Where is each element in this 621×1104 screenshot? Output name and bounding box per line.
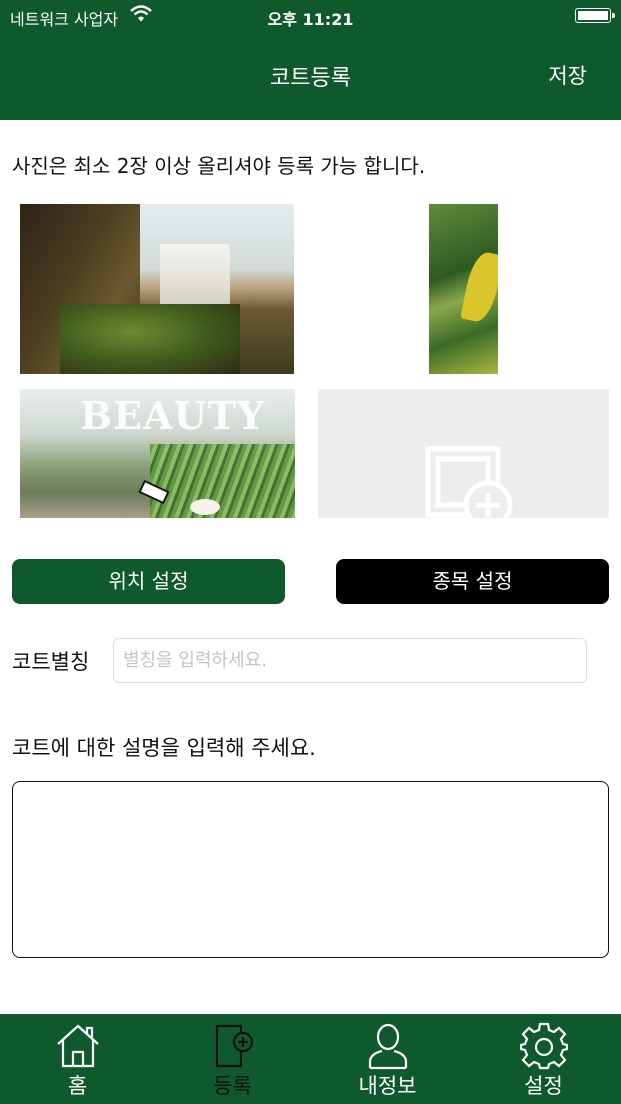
photo-thumbnail-grass[interactable]: BEAUTY — [20, 389, 295, 518]
location-setting-button[interactable]: 위치 설정 — [12, 559, 285, 604]
tab-register[interactable]: 등록 — [155, 1014, 310, 1104]
tab-settings-label: 설정 — [524, 1074, 563, 1098]
home-icon — [56, 1024, 99, 1068]
photo-thumbnail-waterfall[interactable] — [20, 204, 294, 374]
photo-watermark-text: BEAUTY — [80, 393, 266, 438]
register-icon — [215, 1024, 253, 1068]
sport-setting-button[interactable]: 종목 설정 — [336, 559, 609, 604]
court-description-textarea[interactable] — [12, 781, 609, 958]
tab-bar: 홈 등록 내정보 설정 — [0, 1014, 621, 1104]
photo-grass — [150, 444, 295, 518]
tab-profile-label: 내정보 — [358, 1074, 417, 1098]
gear-icon — [519, 1022, 568, 1070]
tab-register-label: 등록 — [213, 1074, 252, 1098]
tab-settings[interactable]: 설정 — [466, 1014, 621, 1104]
tab-home[interactable]: 홈 — [0, 1014, 155, 1104]
photo-requirement-notice: 사진은 최소 2장 이상 올리셔야 등록 가능 합니다. — [12, 154, 426, 178]
page-title: 코트등록 — [270, 66, 351, 91]
add-photo-icon — [425, 446, 513, 518]
court-alias-input[interactable] — [113, 638, 587, 683]
battery-icon — [575, 8, 615, 23]
court-alias-label: 코트별칭 — [12, 650, 90, 674]
photo-flower — [190, 499, 220, 515]
tab-profile[interactable]: 내정보 — [310, 1014, 465, 1104]
photo-leaf — [460, 249, 498, 325]
tab-home-label: 홈 — [67, 1074, 88, 1098]
photo-waterfall — [160, 244, 230, 304]
add-photo-button[interactable] — [318, 389, 609, 518]
photo-thumbnail-leaves[interactable] — [429, 204, 498, 374]
save-button[interactable]: 저장 — [548, 60, 587, 90]
status-bar: 네트워크 사업자 오후 11:21 — [0, 0, 621, 32]
profile-icon — [368, 1023, 407, 1070]
app-header: 네트워크 사업자 오후 11:21 코트등록 저장 — [0, 0, 621, 120]
photo-moss — [60, 304, 240, 374]
court-description-label: 코트에 대한 설명을 입력해 주세요. — [12, 736, 316, 760]
status-time: 오후 11:21 — [267, 10, 354, 29]
